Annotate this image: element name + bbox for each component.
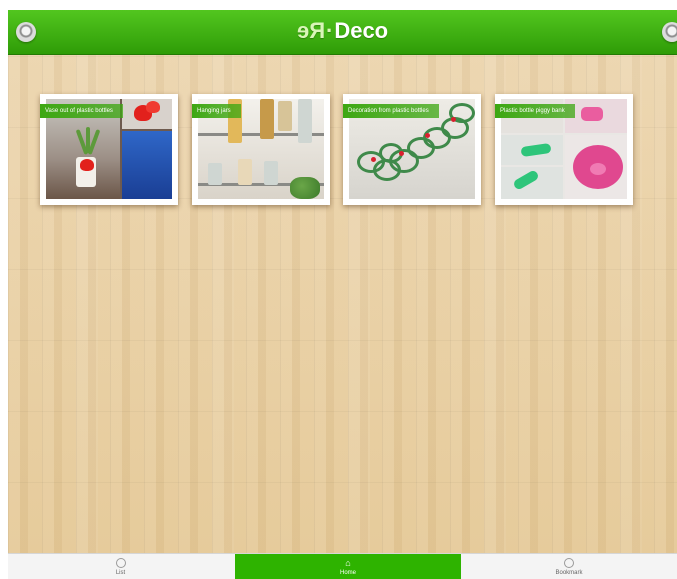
tab-list[interactable]: List xyxy=(8,554,233,579)
tab-bookmark[interactable]: Bookmark xyxy=(461,554,677,579)
project-title: Plastic bottle piggy bank xyxy=(495,104,575,118)
header-bar: Re·Deco xyxy=(8,10,677,55)
tab-label: Home xyxy=(339,570,356,576)
project-card[interactable]: Decoration from plastic bottles xyxy=(343,94,481,205)
title-separator: · xyxy=(326,18,334,43)
title-main: Deco xyxy=(334,18,389,43)
project-title: Hanging jars xyxy=(192,104,241,118)
title-prefix: Re xyxy=(296,18,325,43)
project-card[interactable]: Hanging jars xyxy=(192,94,330,205)
tab-label: List xyxy=(115,570,126,576)
app-title: Re·Deco xyxy=(8,18,677,44)
project-title: Vase out of plastic bottles xyxy=(40,104,123,118)
project-card[interactable]: Plastic bottle piggy bank xyxy=(495,94,633,205)
home-icon: ⌂ xyxy=(345,558,351,568)
tab-home[interactable]: ⌂ Home xyxy=(235,554,461,579)
project-card[interactable]: Vase out of plastic bottles xyxy=(40,94,178,205)
settings-button[interactable] xyxy=(662,22,677,42)
project-title: Decoration from plastic bottles xyxy=(343,104,439,118)
tab-label: Bookmark xyxy=(555,570,583,576)
app-window: Re·Deco Vase out of plastic bottles Hang… xyxy=(8,10,677,579)
list-icon xyxy=(115,558,126,568)
tab-bar: List ⌂ Home Bookmark xyxy=(8,553,677,579)
bookmark-icon xyxy=(564,558,574,568)
